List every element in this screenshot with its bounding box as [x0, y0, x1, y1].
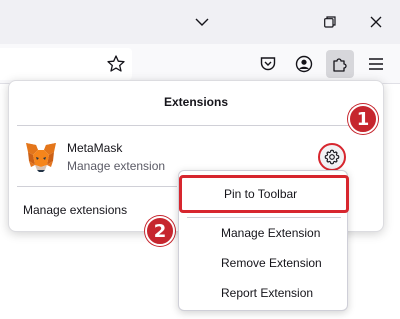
divider — [17, 125, 377, 126]
extension-context-menu: Pin to Toolbar Manage Extension Remove E… — [178, 170, 349, 311]
manage-extension-menu-item[interactable]: Manage Extension — [179, 221, 347, 245]
step-2-badge: 2 — [145, 216, 175, 246]
account-icon[interactable] — [290, 50, 318, 78]
close-icon[interactable] — [360, 6, 392, 38]
title-bar — [0, 0, 400, 44]
extension-subtitle: Manage extension — [67, 159, 166, 173]
url-bar[interactable] — [0, 48, 132, 80]
star-icon[interactable] — [106, 54, 126, 74]
manage-extensions-link[interactable]: Manage extensions — [23, 203, 127, 217]
divider — [17, 186, 177, 187]
pocket-icon[interactable] — [254, 50, 282, 78]
puzzle-icon[interactable] — [326, 50, 354, 78]
navigation-toolbar — [0, 44, 400, 84]
divider — [187, 217, 341, 218]
step-1-badge: 1 — [348, 104, 378, 134]
gear-icon — [324, 149, 340, 165]
pin-to-toolbar-menu-item[interactable]: Pin to Toolbar — [179, 175, 349, 213]
metamask-fox-icon — [23, 139, 59, 175]
extension-settings-button[interactable] — [318, 143, 346, 171]
panel-title: Extensions — [163, 95, 229, 109]
restore-icon[interactable] — [314, 6, 346, 38]
hamburger-menu-icon[interactable] — [362, 50, 390, 78]
remove-extension-menu-item[interactable]: Remove Extension — [179, 251, 347, 275]
extension-name: MetaMask — [67, 141, 123, 155]
chevron-down-icon[interactable] — [186, 6, 218, 38]
report-extension-menu-item[interactable]: Report Extension — [179, 281, 347, 305]
